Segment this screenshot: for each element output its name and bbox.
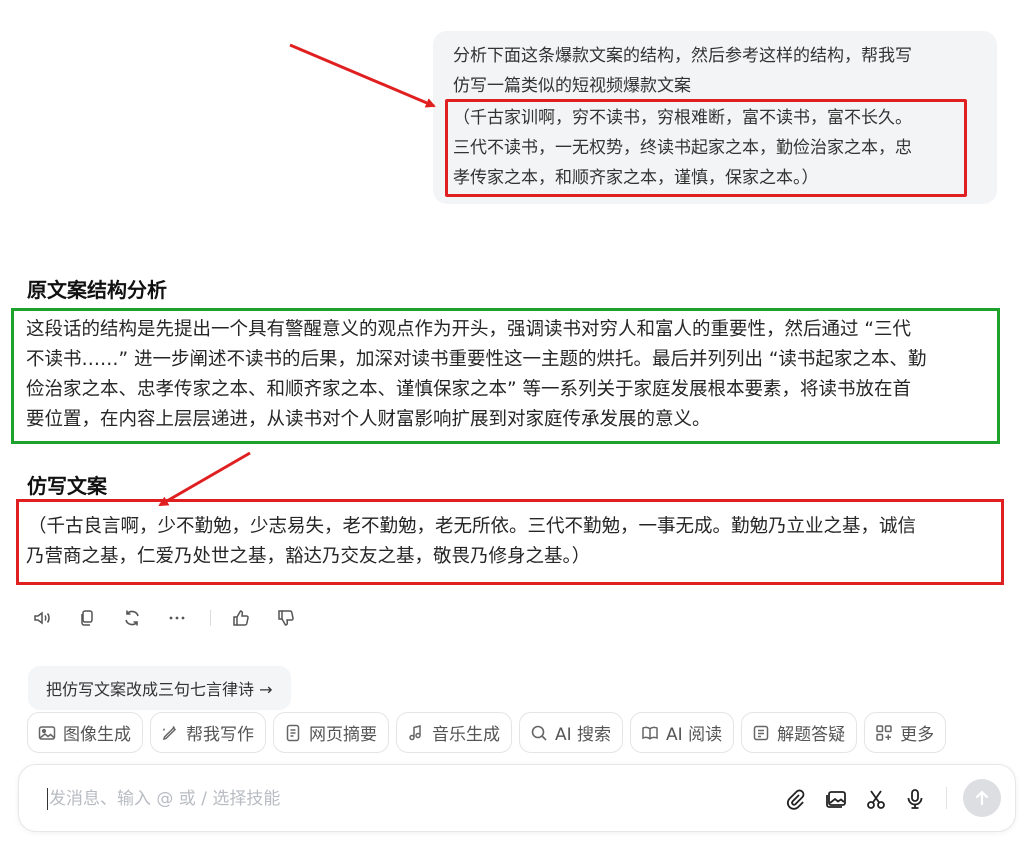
scissors-icon[interactable] [862, 785, 890, 813]
analysis-line: 要位置，在内容上层层递进，从读书对个人财富影响扩展到对家庭传承发展的意义。 [26, 409, 711, 430]
skill-label: 音乐生成 [432, 725, 500, 745]
skill-label: 更多 [900, 725, 935, 745]
skill-ai-search[interactable]: AI 搜索 [519, 712, 624, 753]
skill-writing[interactable]: 帮我写作 [150, 712, 266, 753]
skill-label: 网页摘要 [309, 725, 377, 745]
image-icon [38, 725, 56, 740]
analysis-line: 这段话的结构是先提出一个具有警醒意义的观点作为开头，强调读书对穷人和富人的重要性… [26, 319, 911, 340]
imitation-line: （千古良言啊，少不勤勉，少志易失，老不勤勉，老无所依。三代不勤勉，一事无成。勤勉… [28, 516, 917, 537]
skill-problem-solving[interactable]: 解题答疑 [741, 712, 858, 753]
text-caret [47, 788, 48, 810]
send-button[interactable] [963, 779, 1001, 817]
copy-icon[interactable] [73, 604, 101, 632]
user-message-line: 仿写一篇类似的短视频爆款文案 [453, 76, 691, 96]
pen-icon [162, 725, 177, 740]
skill-web-summary[interactable]: 网页摘要 [273, 712, 389, 753]
imitation-heading: 仿写文案 [27, 474, 107, 498]
skill-label: 解题答疑 [777, 725, 846, 745]
action-divider [210, 610, 211, 626]
thumbs-up-icon[interactable] [227, 604, 255, 632]
skill-label: AI 阅读 [666, 725, 723, 745]
grid-icon [876, 724, 892, 741]
message-composer [18, 764, 1016, 832]
analysis-line: 不读书……” 进一步阐述不读书的后果，加深对读书重要性这一主题的烘托。最后并列列… [26, 349, 927, 370]
skill-label: 图像生成 [63, 725, 131, 745]
skill-label: 帮我写作 [186, 725, 254, 745]
user-message-line: 分析下面这条爆款文案的结构，然后参考这样的结构，帮我写 [453, 46, 912, 66]
skill-ai-reading[interactable]: AI 阅读 [630, 712, 735, 753]
music-icon [409, 724, 421, 740]
skill-label: AI 搜索 [555, 725, 612, 745]
user-message-bubble: 分析下面这条爆款文案的结构，然后参考这样的结构，帮我写 仿写一篇类似的短视频爆款… [433, 31, 997, 204]
skill-music-generation[interactable]: 音乐生成 [396, 712, 512, 753]
quote-highlight-box [445, 99, 967, 197]
chat-page: 分析下面这条爆款文案的结构，然后参考这样的结构，帮我写 仿写一篇类似的短视频爆款… [0, 0, 1030, 842]
image-upload-icon[interactable] [822, 785, 850, 813]
document-icon [286, 724, 300, 741]
arrow-up-icon [975, 790, 989, 806]
search-icon [531, 725, 547, 741]
annotation-arrow [289, 43, 436, 108]
question-icon [753, 725, 769, 740]
skill-more[interactable]: 更多 [864, 712, 947, 753]
message-input[interactable] [47, 783, 751, 815]
skill-chips: 图像生成 帮我写作 网页摘要 音乐生成 AI 搜索 AI 阅读 解题答疑 更多 [27, 712, 953, 753]
analysis-heading: 原文案结构分析 [27, 278, 167, 302]
microphone-icon[interactable] [901, 785, 929, 813]
analysis-line: 俭治家之本、忠孝传家之本、和顺齐家之本、谨慎保家之本” 等一系列关于家庭发展根本… [26, 379, 911, 400]
thumbs-down-icon[interactable] [272, 604, 300, 632]
annotation-arrow [158, 451, 251, 507]
message-actions [28, 602, 317, 634]
book-icon [642, 726, 658, 740]
regenerate-icon[interactable] [118, 604, 146, 632]
more-icon[interactable] [163, 604, 191, 632]
follow-up-suggestion[interactable]: 把仿写文案改成三句七言律诗 → [28, 666, 291, 710]
skill-image-generation[interactable]: 图像生成 [27, 712, 143, 753]
composer-divider [946, 787, 947, 809]
speaker-icon[interactable] [28, 604, 56, 632]
imitation-line: 乃营商之基，仁爱乃处世之基，豁达乃交友之基，敬畏乃修身之基。） [26, 546, 591, 567]
attachment-icon[interactable] [781, 785, 809, 813]
